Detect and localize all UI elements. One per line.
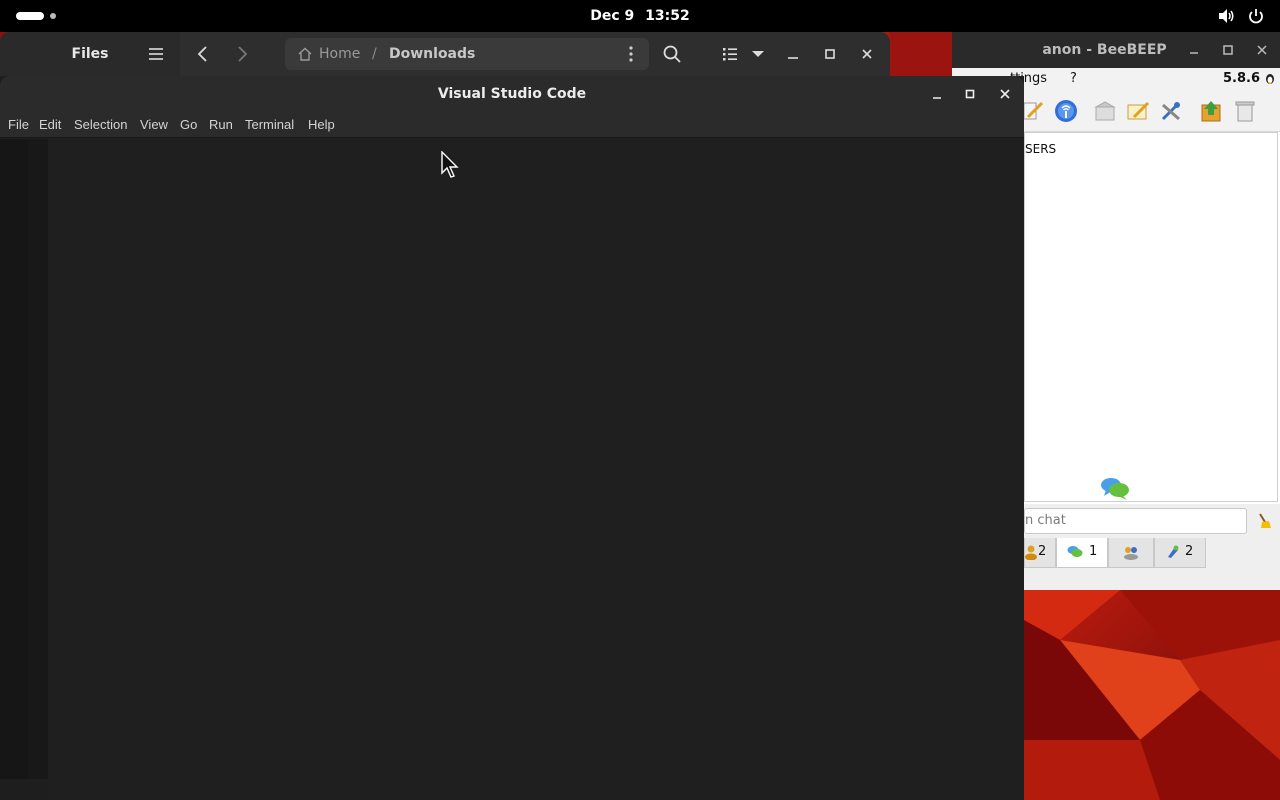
view-options-dropdown-icon[interactable] xyxy=(748,44,768,64)
menu-run[interactable]: Run xyxy=(209,112,233,138)
kebab-menu-icon[interactable] xyxy=(623,45,639,63)
activity-bar xyxy=(0,139,48,779)
close-icon[interactable] xyxy=(1254,42,1270,58)
menu-help[interactable]: Help xyxy=(308,112,335,138)
menu-go[interactable]: Go xyxy=(180,112,197,138)
top-bar: Dec 9 13:52 xyxy=(0,0,1280,32)
list-view-icon[interactable] xyxy=(720,44,740,64)
users-pane[interactable]: SERS xyxy=(1024,132,1278,502)
home-icon xyxy=(298,47,312,61)
clock-time: 13:52 xyxy=(645,8,690,24)
menu-terminal[interactable]: Terminal xyxy=(245,112,294,138)
menu-edit[interactable]: Edit xyxy=(39,112,61,138)
path-separator: / xyxy=(372,46,377,62)
path-current[interactable]: Downloads xyxy=(389,38,475,70)
maximize-icon[interactable] xyxy=(962,86,978,102)
clear-brush-icon[interactable] xyxy=(1256,512,1274,530)
vscode-window: Visual Studio Code File Edit Selection V… xyxy=(0,76,1024,800)
network-status-icon[interactable] xyxy=(1054,99,1078,123)
users-pane-title: SERS xyxy=(1025,142,1057,156)
volume-icon[interactable] xyxy=(1217,7,1235,25)
close-icon[interactable] xyxy=(997,86,1013,102)
tab-groups[interactable] xyxy=(1108,538,1154,568)
file-transfer-icon[interactable] xyxy=(1199,99,1223,123)
tools-icon[interactable] xyxy=(1159,99,1183,123)
hamburger-menu-icon[interactable] xyxy=(144,44,168,64)
close-icon[interactable] xyxy=(857,44,877,64)
mailbox-icon[interactable] xyxy=(1093,99,1117,123)
path-bar[interactable]: Home / Downloads xyxy=(285,38,649,70)
power-icon[interactable] xyxy=(1247,7,1265,25)
tux-icon xyxy=(1266,74,1274,84)
chat-search-input[interactable]: n chat xyxy=(1024,508,1247,534)
beebeep-title: anon - BeeBEEP xyxy=(1042,42,1167,58)
beebeep-titlebar[interactable]: anon - BeeBEEP xyxy=(952,32,1280,68)
workspace-indicator[interactable] xyxy=(50,13,56,19)
tab-users-count: 2 xyxy=(1038,544,1047,559)
tab-chats[interactable]: 1 xyxy=(1056,538,1108,568)
vscode-titlebar[interactable]: Visual Studio Code xyxy=(0,76,1024,112)
menu-view[interactable]: View xyxy=(140,112,168,138)
beebeep-bottom-tabs: 2 1 2 xyxy=(1024,537,1280,590)
path-home[interactable]: Home xyxy=(319,38,360,70)
menu-help[interactable]: ? xyxy=(1070,71,1077,86)
maximize-icon[interactable] xyxy=(1220,42,1236,58)
write-message-icon[interactable] xyxy=(1126,99,1150,123)
chats-icon xyxy=(1067,546,1083,557)
vscode-menubar: File Edit Selection View Go Run Terminal… xyxy=(0,112,1024,138)
shares-icon xyxy=(1168,545,1179,558)
forward-arrow-icon[interactable] xyxy=(232,44,252,64)
tab-shares[interactable]: 2 xyxy=(1154,538,1206,568)
activities-button[interactable] xyxy=(16,12,44,20)
edit-profile-icon[interactable] xyxy=(1022,99,1046,123)
users-icon xyxy=(1025,545,1037,560)
files-title: Files xyxy=(71,46,109,62)
mouse-pointer-icon xyxy=(441,151,459,178)
tab-users[interactable]: 2 xyxy=(1024,538,1056,568)
minimize-icon[interactable] xyxy=(929,86,945,102)
tab-shares-count: 2 xyxy=(1185,544,1194,559)
back-arrow-icon[interactable] xyxy=(193,44,213,64)
version-label: 5.8.6 xyxy=(1222,71,1260,86)
minimize-icon[interactable] xyxy=(783,44,803,64)
chat-bubbles-icon xyxy=(1101,478,1129,500)
menu-selection[interactable]: Selection xyxy=(74,112,127,138)
minimize-icon[interactable] xyxy=(1186,42,1202,58)
search-icon[interactable] xyxy=(662,44,682,64)
groups-icon xyxy=(1124,547,1138,560)
menu-file[interactable]: File xyxy=(8,112,29,138)
trash-icon[interactable] xyxy=(1233,99,1257,123)
tab-chats-count: 1 xyxy=(1089,544,1098,559)
clock[interactable]: Dec 9 13:52 xyxy=(540,0,740,32)
vscode-title: Visual Studio Code xyxy=(437,86,587,102)
clock-date: Dec 9 xyxy=(590,8,635,24)
activity-bar-inner xyxy=(0,139,28,779)
editor-area[interactable] xyxy=(48,139,1024,800)
files-window: Files Home / Downloads xyxy=(0,32,890,76)
maximize-icon[interactable] xyxy=(820,44,840,64)
